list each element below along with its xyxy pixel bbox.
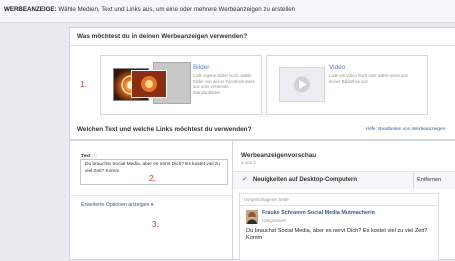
preview-panel: Werbeanzeigenvorschau 1 von 1 ✓ Neuigkei… (232, 140, 455, 261)
option-video-title: Video (329, 64, 346, 71)
option-video-description: Lade ein Video hoch oder wähle eines aus… (329, 73, 408, 84)
top-bar-text: WERBEANZEIGE: Wähle Medien, Text und Lin… (4, 6, 296, 13)
text-input-panel: Text ⓘ Du brauchst Social Media, aber es… (69, 140, 232, 260)
media-section-title: Was möchtest du in deinen Werbeanzeigen … (77, 33, 248, 40)
sponsored-label: Gesponsert (262, 218, 286, 223)
marker-2: 2. (149, 174, 156, 183)
placement-row[interactable]: ✓ Neuigkeiten auf Desktop-Computern Entf… (233, 172, 455, 189)
option-bilder-title: Bilder (193, 64, 210, 71)
text-section-header: Welchen Text und welche Links möchtest d… (69, 121, 455, 140)
divider (413, 172, 414, 189)
option-bilder-description: Lade eigene Bilder hoch, wähle Bilder vo… (193, 73, 255, 95)
caret-down-icon: ▾ (150, 202, 154, 208)
ad-text: Du brauchst Social Media, aber es nervt … (246, 228, 428, 241)
preview-title: Werbeanzeigenvorschau (241, 152, 317, 159)
help-link[interactable]: Hilfe: Bearbeiten von Werbeanzeigen (366, 127, 445, 132)
text-label: Text ⓘ (81, 154, 97, 159)
media-section: Was möchtest du in deinen Werbeanzeigen … (69, 27, 455, 123)
checkmark-icon: ✓ (242, 176, 248, 183)
ad-preview-card: Vorgeschlagene Seite Frauke Schramm Soci… (239, 193, 439, 261)
option-bilder[interactable]: Bilder Lade eigene Bilder hoch, wähle Bi… (100, 55, 262, 115)
page-name[interactable]: Frauke Schramm Social Media Mutmacherin (262, 210, 375, 216)
preview-count: 1 von 1 (241, 160, 257, 165)
marker-3: 3. (152, 220, 159, 229)
suggested-page-label: Vorgeschlagene Seite (244, 197, 289, 202)
divider (70, 45, 455, 46)
remove-button[interactable]: Entfernen (417, 177, 441, 183)
advanced-options-link[interactable]: Erweiterte Optionen anzeigen ▾ (81, 202, 153, 208)
bilder-image-icon (131, 70, 167, 98)
text-section-title: Welchen Text und welche Links möchtest d… (77, 126, 252, 133)
top-bar: WERBEANZEIGE: Wähle Medien, Text und Lin… (0, 0, 455, 23)
divider (240, 205, 438, 206)
marker-1: 1. (80, 80, 87, 89)
divider (70, 195, 232, 196)
placement-label: Neuigkeiten auf Desktop-Computern (253, 177, 358, 183)
video-icon (279, 67, 325, 102)
page-avatar (246, 210, 258, 224)
option-video[interactable]: Video Lade ein Video hoch oder wähle ein… (266, 55, 428, 115)
